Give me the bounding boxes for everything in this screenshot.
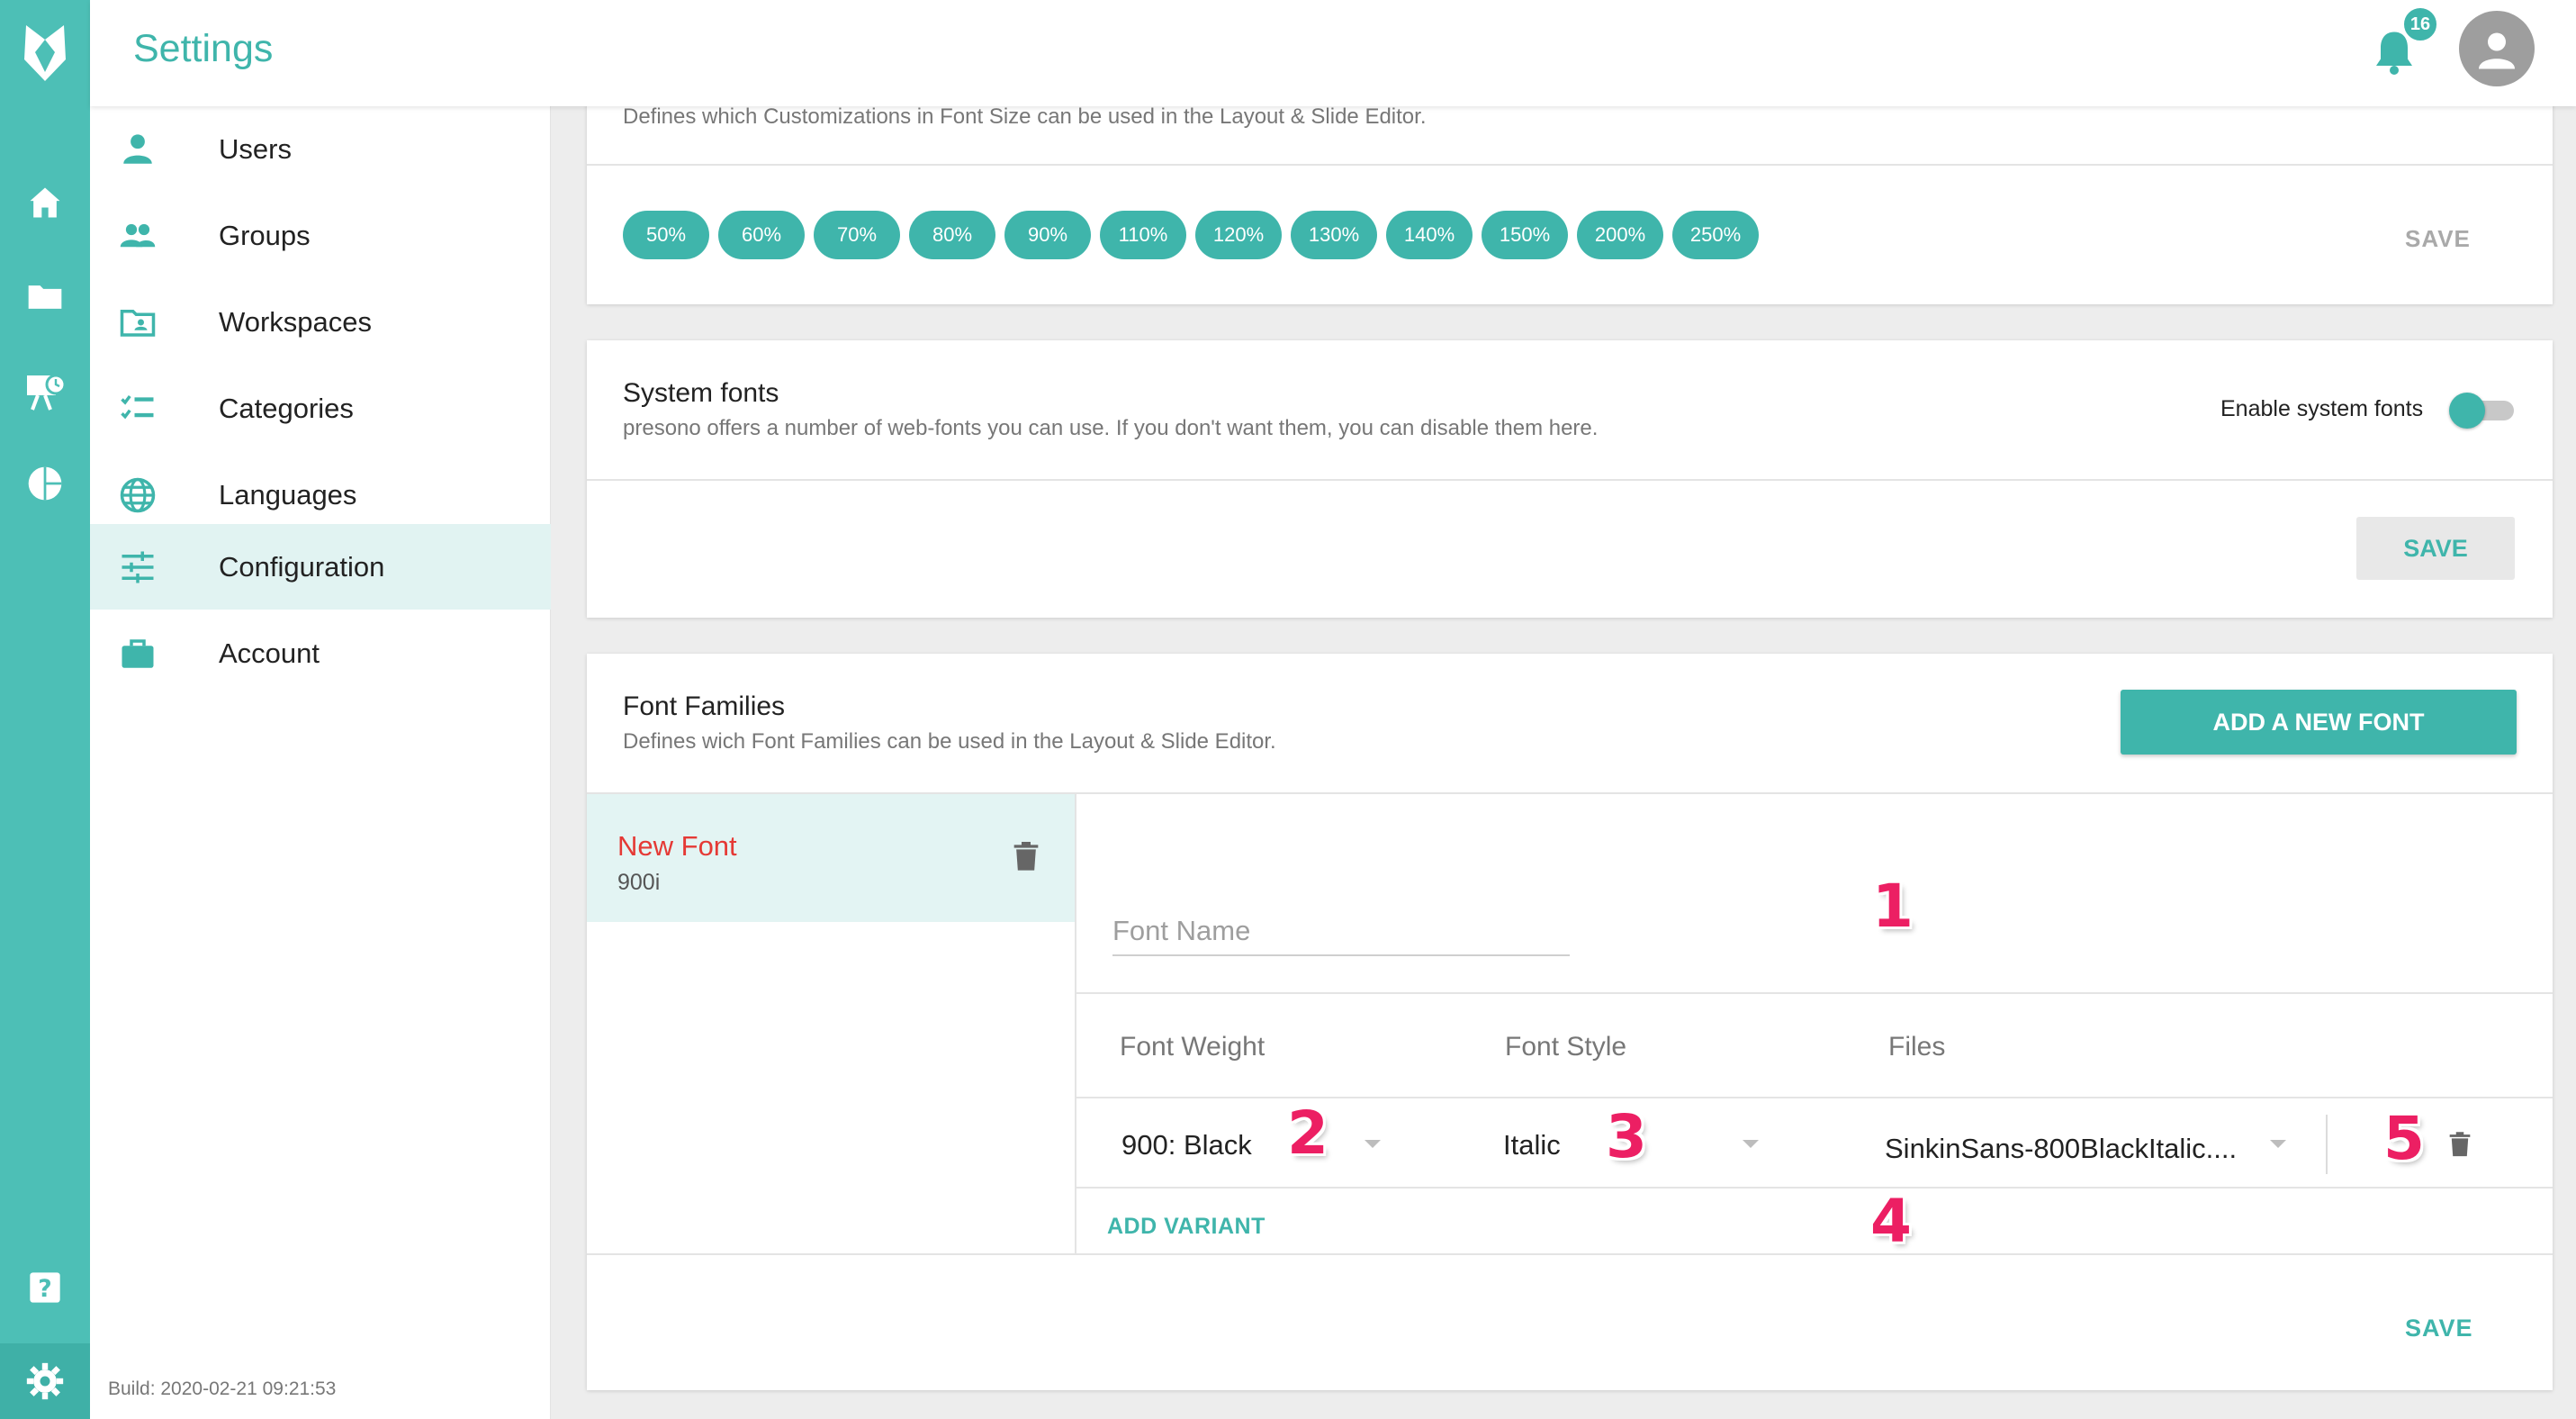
font-size-chip[interactable]: 250%	[1672, 211, 1759, 259]
font-size-chip[interactable]: 140%	[1386, 211, 1473, 259]
font-size-chips: 50% 60% 70% 80% 90% 110% 120% 130% 140% …	[623, 211, 1759, 259]
column-font-style: Font Style	[1505, 1032, 1627, 1062]
font-weight-select[interactable]: 900: Black	[1121, 1129, 1252, 1161]
marker-3: 3	[1606, 1102, 1647, 1171]
font-size-description: Defines which Customizations in Font Siz…	[623, 104, 1427, 129]
sidebar-item-users[interactable]: Users	[90, 106, 551, 192]
app-rail: ?	[0, 0, 90, 1419]
font-size-chip[interactable]: 130%	[1291, 211, 1377, 259]
marker-4: 4	[1870, 1187, 1912, 1256]
font-size-chip[interactable]: 110%	[1100, 211, 1186, 259]
column-files: Files	[1888, 1032, 1946, 1062]
sidebar-item-label: Account	[219, 637, 320, 669]
font-families-description: Defines wich Font Families can be used i…	[623, 729, 1276, 754]
column-font-weight: Font Weight	[1120, 1032, 1265, 1062]
chevron-down-icon[interactable]	[1365, 1140, 1381, 1148]
person-icon	[123, 134, 152, 164]
sidebar-item-label: Categories	[219, 392, 354, 424]
marker-1: 1	[1872, 872, 1914, 941]
font-item-name: New Font	[617, 830, 737, 862]
system-fonts-toggle[interactable]	[2449, 391, 2514, 429]
logo-icon[interactable]	[0, 0, 90, 106]
system-fonts-description: presono offers a number of web-fonts you…	[623, 416, 1599, 440]
briefcase-icon	[122, 639, 154, 668]
svg-text:?: ?	[38, 1275, 51, 1303]
font-size-chip[interactable]: 90%	[1004, 211, 1091, 259]
presentation-icon[interactable]	[0, 356, 90, 428]
top-header: Settings 16	[90, 0, 2576, 106]
font-size-chip[interactable]: 60%	[718, 211, 805, 259]
font-item-variant: 900i	[617, 870, 661, 895]
marker-5: 5	[2383, 1104, 2425, 1173]
globe-icon	[120, 477, 156, 513]
font-families-title: Font Families	[623, 691, 786, 721]
chevron-down-icon[interactable]	[2270, 1140, 2286, 1148]
sidebar-item-configuration[interactable]: Configuration	[90, 524, 551, 610]
system-fonts-save-button[interactable]: SAVE	[2356, 517, 2515, 580]
settings-sidebar: Users Groups Workspaces Categories Langu…	[90, 106, 551, 1419]
group-icon	[120, 223, 156, 248]
sidebar-item-groups[interactable]: Groups	[90, 193, 551, 278]
folder-icon[interactable]	[0, 261, 90, 333]
chevron-down-icon[interactable]	[1743, 1140, 1759, 1148]
system-fonts-card: System fonts presono offers a number of …	[587, 340, 2553, 618]
font-style-select[interactable]: Italic	[1503, 1129, 1561, 1161]
sidebar-item-label: Workspaces	[219, 305, 372, 338]
font-size-chip[interactable]: 150%	[1482, 211, 1568, 259]
sidebar-item-categories[interactable]: Categories	[90, 366, 551, 451]
font-size-chip[interactable]: 200%	[1577, 211, 1663, 259]
sidebar-item-label: Groups	[219, 219, 311, 251]
sidebar-item-account[interactable]: Account	[90, 610, 551, 696]
avatar[interactable]	[2459, 11, 2535, 86]
font-size-chip[interactable]: 80%	[909, 211, 995, 259]
files-select[interactable]: SinkinSans-800BlackItalic....	[1885, 1133, 2237, 1165]
font-size-chip[interactable]: 70%	[814, 211, 900, 259]
help-icon[interactable]: ?	[0, 1252, 90, 1324]
font-size-chip[interactable]: 120%	[1195, 211, 1282, 259]
workspace-icon	[120, 310, 156, 337]
checklist-icon	[121, 394, 154, 420]
pie-chart-icon[interactable]	[0, 447, 90, 520]
home-icon[interactable]	[0, 167, 90, 239]
font-list: New Font 900i	[587, 794, 1076, 1255]
system-fonts-toggle-label: Enable system fonts	[2220, 396, 2424, 421]
font-size-chip[interactable]: 50%	[623, 211, 709, 259]
sidebar-item-label: Configuration	[219, 550, 385, 583]
font-name-input[interactable]: Font Name	[1112, 902, 1570, 956]
notification-badge: 16	[2401, 5, 2439, 43]
add-new-font-button[interactable]: ADD A NEW FONT	[2121, 690, 2517, 755]
gear-icon[interactable]	[0, 1343, 90, 1419]
page-title: Settings	[133, 27, 274, 70]
system-fonts-title: System fonts	[623, 378, 779, 408]
trash-icon[interactable]	[1008, 836, 1044, 875]
trash-icon[interactable]	[2445, 1125, 2475, 1161]
sliders-icon	[122, 551, 154, 583]
font-list-item[interactable]: New Font 900i	[587, 794, 1075, 922]
font-families-save-button[interactable]: SAVE	[2405, 1315, 2473, 1342]
add-variant-button[interactable]: ADD VARIANT	[1107, 1214, 1265, 1240]
marker-2: 2	[1287, 1098, 1329, 1168]
font-size-save-button[interactable]: SAVE	[2405, 225, 2471, 253]
sidebar-item-label: Users	[219, 132, 292, 165]
font-families-card: Font Families Defines wich Font Families…	[587, 654, 2553, 1390]
sidebar-item-workspaces[interactable]: Workspaces	[90, 279, 551, 365]
sidebar-item-label: Languages	[219, 478, 357, 511]
build-info: Build: 2020-02-21 09:21:53	[108, 1378, 337, 1399]
